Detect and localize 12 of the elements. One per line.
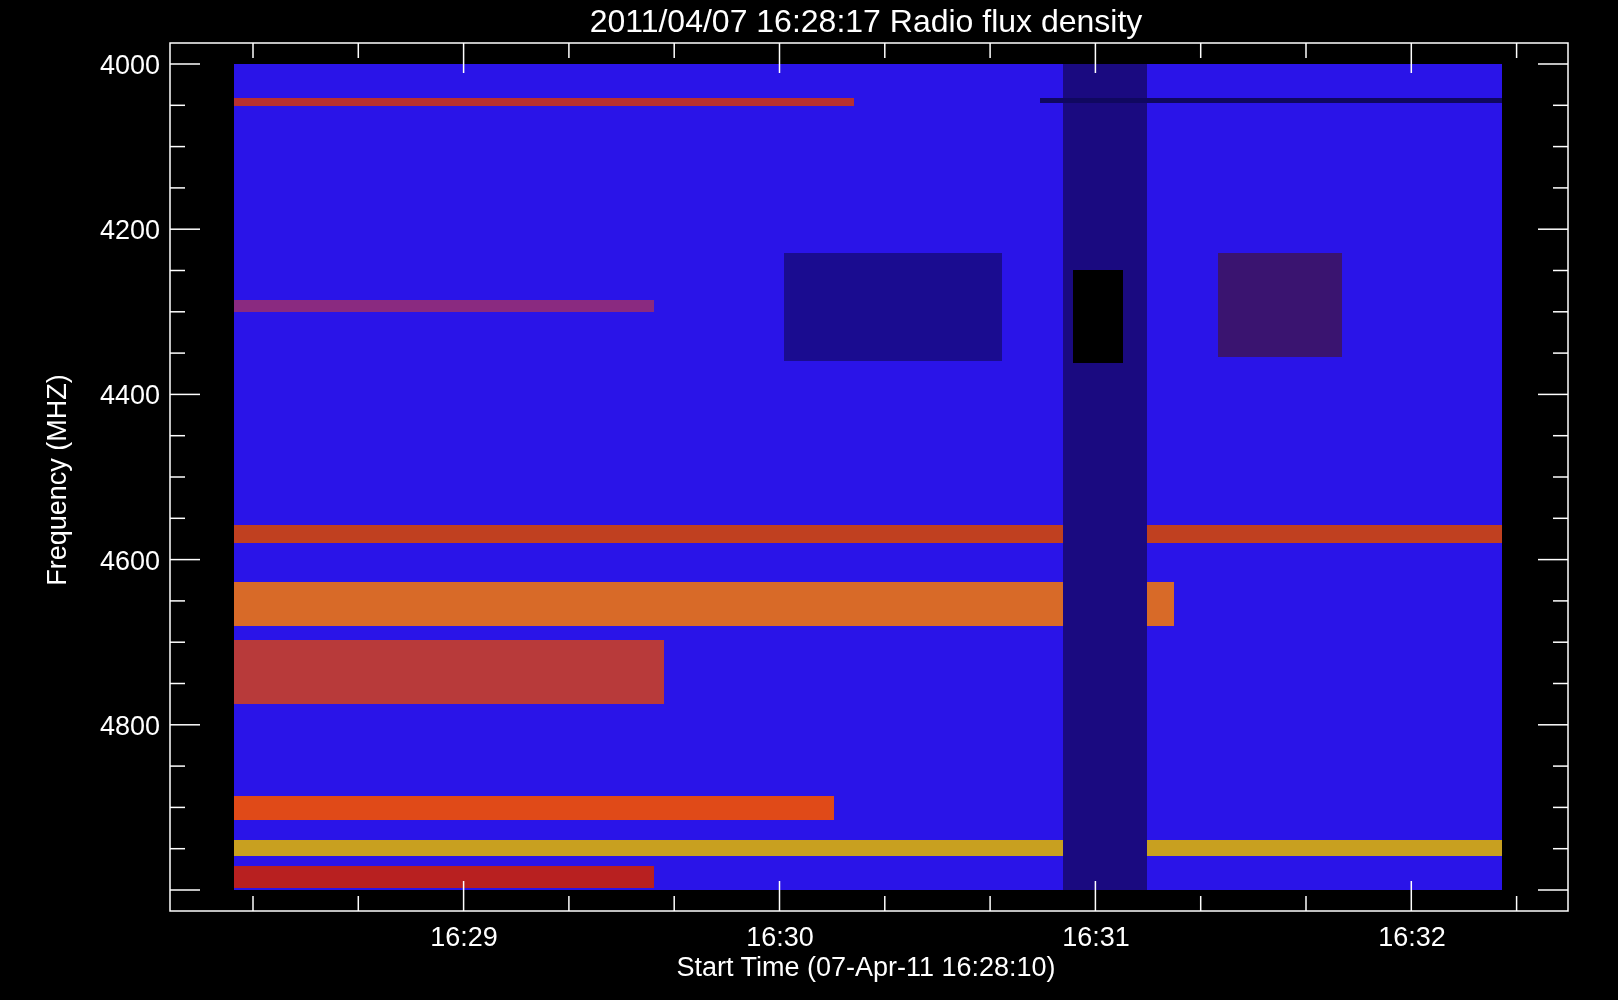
axis-tick-label: 16:31 [1062, 922, 1130, 952]
axis-title: Frequency (MHZ) [42, 374, 72, 586]
axis-tick-label: 4600 [99, 545, 160, 576]
axis-tick-label: 4400 [99, 380, 160, 411]
axis-tick-label: 16:29 [430, 922, 498, 952]
axis-tick-label: 4200 [99, 215, 160, 246]
axis-tick-label: 16:30 [746, 922, 814, 952]
axis-tick-label: 4000 [99, 50, 160, 80]
chart-title: 2011/04/07 16:28:17 Radio flux density [589, 3, 1143, 39]
axis-title: Start Time (07-Apr-11 16:28:10) [676, 952, 1056, 982]
axis-tick-label: 4800 [99, 710, 160, 741]
axis-tick-label: 16:32 [1378, 922, 1446, 952]
